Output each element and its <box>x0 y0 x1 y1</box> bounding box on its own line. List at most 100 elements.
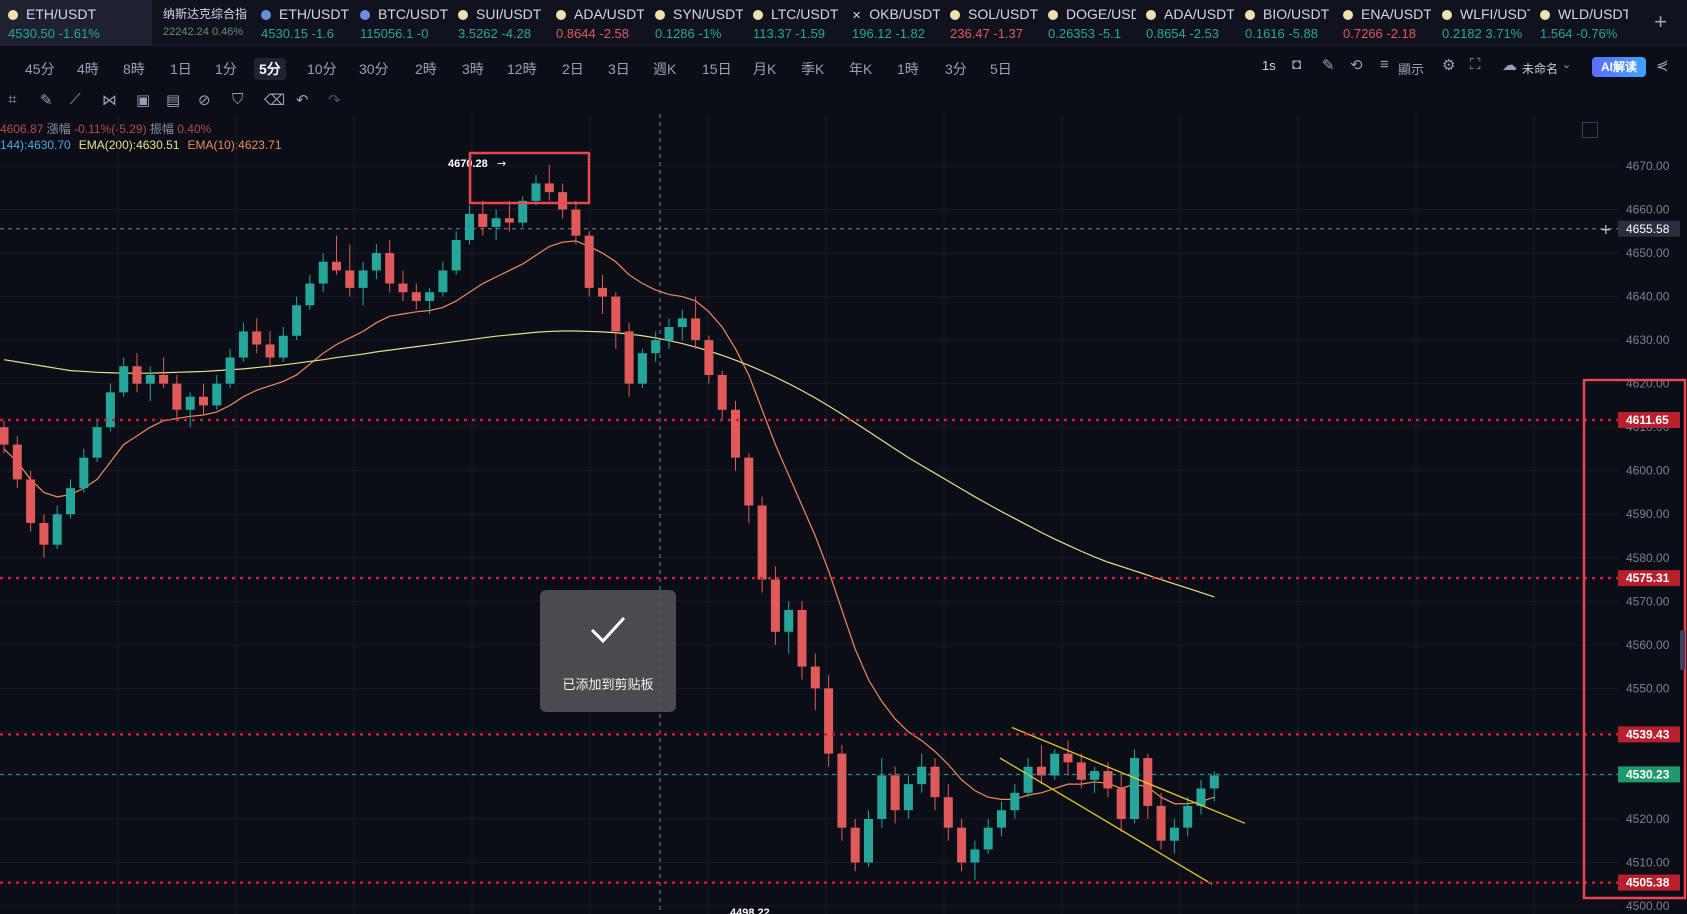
cloud-icon: ☁ <box>1502 57 1517 74</box>
candle-body <box>478 213 488 227</box>
ticker-tab[interactable]: ENA/USDT 0.7266 -2.18 <box>1343 0 1431 46</box>
ticker-tab[interactable]: BTC/USDT 115056.1 -0 <box>360 0 448 46</box>
timeframe-option[interactable]: 12時 <box>502 58 542 80</box>
coin-icon <box>950 10 960 20</box>
timeframe-option[interactable]: 5分 <box>254 58 286 80</box>
timeframe-option[interactable]: 8時 <box>118 58 150 80</box>
candle-body <box>584 235 594 288</box>
undo-icon[interactable]: ↶ <box>296 91 309 109</box>
replay-icon[interactable]: ⟲ <box>1350 56 1363 74</box>
ticker-price: 115056.1 <box>360 26 414 41</box>
candle-body <box>717 374 727 410</box>
settings-icon[interactable]: ⚙ <box>1442 56 1455 74</box>
ai-analysis-button[interactable]: AI解读 <box>1592 57 1646 77</box>
ticker-tab[interactable]: LTC/USDT 113.37 -1.59 <box>753 0 841 46</box>
ticker-tab[interactable]: DOGE/USDT 0.26353 -5.1 <box>1048 0 1136 46</box>
lock-icon[interactable]: ▣ <box>136 91 150 109</box>
timeframe-option[interactable]: 月K <box>748 58 781 80</box>
layout-name-dropdown[interactable]: 未命名 <box>1522 60 1558 77</box>
note-icon[interactable]: ▤ <box>166 91 180 109</box>
fullscreen-icon[interactable]: ⛶ <box>1470 56 1481 73</box>
candle-body <box>185 396 195 410</box>
add-tab-plus-icon[interactable]: + <box>1654 9 1667 35</box>
timeframe-option[interactable]: 45分 <box>20 58 60 80</box>
current-price-tag: 4530.23 <box>1626 767 1670 781</box>
ema-line <box>3 240 1215 805</box>
ticker-tab[interactable]: ETH/USDT 4530.50 -1.61% <box>0 0 152 46</box>
candle-body <box>1116 788 1126 819</box>
timeframe-option[interactable]: 30分 <box>354 58 394 80</box>
camera-icon[interactable]: ◘ <box>1292 56 1301 73</box>
candle-body <box>358 270 368 288</box>
candle-body <box>704 340 714 375</box>
timeframe-option[interactable]: 週K <box>648 58 681 80</box>
ticker-price: 0.1286 <box>655 26 695 41</box>
candle-body <box>1090 771 1100 780</box>
ticker-tab[interactable]: WLFI/USDT 0.2182 3.71% <box>1442 0 1530 46</box>
timeframe-option[interactable]: 10分 <box>302 58 342 80</box>
ticker-tab[interactable]: BIO/USDT 0.1616 -5.88 <box>1245 0 1333 46</box>
ticker-tab[interactable]: SYN/USDT 0.1286 -1% <box>655 0 743 46</box>
ticker-tab[interactable]: WLD/USDT 1.564 -0.76% <box>1540 0 1628 46</box>
ticker-price: 236.47 <box>950 26 990 41</box>
trend-line-icon[interactable]: ⟋ <box>70 91 81 108</box>
candle-body <box>917 766 927 785</box>
ticker-tab[interactable]: ADA/USDT 0.8644 -2.58 <box>556 0 644 46</box>
candle-body <box>850 827 860 863</box>
candle-body <box>145 374 155 384</box>
candle-body <box>1010 792 1020 811</box>
candle-body <box>810 666 820 689</box>
trash-icon[interactable]: ⌫ <box>264 91 285 109</box>
candle-body <box>265 344 275 358</box>
display-button[interactable]: 顯示 <box>1398 59 1424 78</box>
pencil-icon[interactable]: ✎ <box>1322 56 1335 74</box>
timeframe-option[interactable]: 3時 <box>457 58 489 80</box>
arrow-right-icon: → <box>497 157 506 170</box>
ticker-change: -1.82 <box>891 26 926 41</box>
candle-body <box>837 753 847 828</box>
magnet-icon[interactable]: ⊘ <box>198 91 211 109</box>
timeframe-option[interactable]: 5日 <box>985 58 1017 80</box>
candle-body <box>1156 805 1166 841</box>
ticker-tab[interactable]: ETH/USDT 4530.15 -1.6 <box>261 0 349 46</box>
ticker-tab[interactable]: ADA/USDT 0.8654 -2.53 <box>1146 0 1234 46</box>
candle-body <box>651 340 661 354</box>
timeframe-option[interactable]: 1分 <box>210 58 242 80</box>
candle-body <box>212 383 222 406</box>
share-icon[interactable]: ⋞ <box>1656 56 1669 74</box>
candle-body <box>1169 827 1179 841</box>
expand-icon[interactable] <box>1582 122 1598 138</box>
candlestick-chart[interactable]: 4670.004660.004650.004640.004630.004620.… <box>0 114 1687 914</box>
candle-body <box>172 383 182 410</box>
ticker-tab[interactable]: ✕ OKB/USDT 196.12 -1.82 <box>852 0 940 46</box>
menu-icon[interactable]: ≡ <box>1380 56 1389 73</box>
ticker-tab[interactable]: SUI/USDT 3.5262 -4.28 <box>458 0 546 46</box>
timeframe-option[interactable]: 1時 <box>892 58 924 80</box>
pen-icon[interactable]: ✎ <box>40 91 53 109</box>
candle-body <box>877 775 887 819</box>
timeframe-option[interactable]: 15日 <box>697 58 737 80</box>
ticker-tab[interactable]: SOL/USDT 236.47 -1.37 <box>950 0 1038 46</box>
pattern-icon[interactable]: ⋈ <box>102 91 117 109</box>
timeframe-option[interactable]: 4時 <box>72 58 104 80</box>
filter-icon[interactable]: ⛉ <box>232 91 243 108</box>
ticker-bar: ETH/USDT 4530.50 -1.61% 纳斯达克综合指 22242.24 0.… <box>0 0 1687 46</box>
price-axis-scroll-handle[interactable] <box>1680 630 1685 670</box>
timeframe-option[interactable]: 2日 <box>557 58 589 80</box>
y-axis-tick-label: 4670.00 <box>1626 159 1670 173</box>
timeframe-option[interactable]: 3日 <box>603 58 635 80</box>
ticker-price: 22242.24 <box>163 26 209 38</box>
timeframe-option[interactable]: 年K <box>844 58 877 80</box>
ticker-tab[interactable]: 纳斯达克综合指 22242.24 0.46% <box>163 0 251 46</box>
timeframe-option[interactable]: 季K <box>796 58 829 80</box>
ticker-symbol: ADA/USDT <box>1164 6 1234 22</box>
cursor-icon[interactable]: ⌗ <box>8 91 16 108</box>
level-price-tag: 4505.38 <box>1626 876 1670 890</box>
timeframe-option[interactable]: 2時 <box>410 58 442 80</box>
ticker-change: -1.61% <box>55 26 100 41</box>
candle-body <box>1183 805 1193 828</box>
interval-selector[interactable]: 1s <box>1262 58 1276 73</box>
timeframe-option[interactable]: 3分 <box>940 58 972 80</box>
redo-icon[interactable]: ↷ <box>328 91 341 109</box>
timeframe-option[interactable]: 1日 <box>165 58 197 80</box>
